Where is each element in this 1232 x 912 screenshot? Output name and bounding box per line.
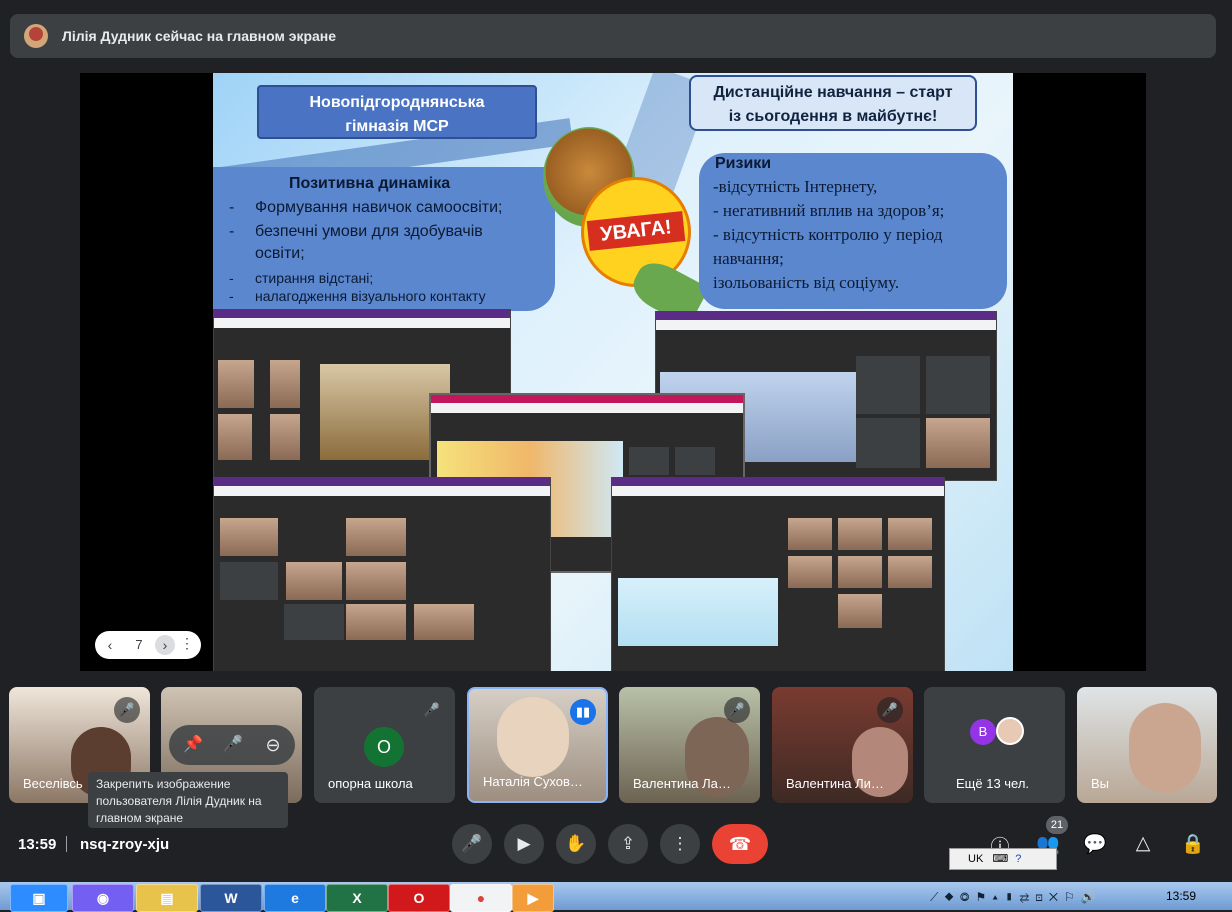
next-slide-button[interactable]: › bbox=[155, 635, 175, 655]
participant-video bbox=[497, 697, 569, 777]
mic-off-icon: 🎤 bbox=[724, 697, 750, 723]
camera-button[interactable]: ▶ bbox=[504, 824, 544, 864]
tile-controls: 📌 🎤 ⊖ bbox=[169, 725, 295, 765]
mic-off-icon: 🎤 bbox=[423, 702, 441, 717]
risk-item-1: -відсутність Інтернету, bbox=[713, 177, 878, 196]
excel-app-icon[interactable]: X bbox=[326, 884, 388, 912]
leave-call-button[interactable]: ☎ bbox=[712, 824, 768, 864]
motto-line2: із сьогодення в майбутнє! bbox=[728, 108, 938, 125]
motto-box: Дистанційне навчання – старт із сьогоден… bbox=[689, 75, 977, 131]
school-name-line2: гімназія МСР bbox=[345, 118, 449, 135]
risks-title: Ризики bbox=[715, 155, 772, 172]
file-explorer-icon[interactable]: ▤ bbox=[136, 884, 198, 912]
risks-box: Ризики -відсутність Інтернету, - негатив… bbox=[699, 153, 1007, 309]
opera-app-icon[interactable]: O bbox=[388, 884, 450, 912]
edge-app-icon[interactable]: e bbox=[264, 884, 326, 912]
more-participants-tile[interactable]: В Ещё 13 чел. bbox=[924, 687, 1065, 803]
presenting-banner: Лілія Дудник сейчас на главном экране bbox=[10, 14, 1216, 58]
positive-item-2: безпечні умови для здобувачів освіти; bbox=[255, 223, 483, 262]
meeting-code: nsq-zroy-xju bbox=[80, 836, 170, 853]
presenter-avatar bbox=[24, 24, 48, 48]
meeting-time: 13:59 bbox=[18, 836, 57, 853]
language-bar[interactable]: UK ⌨ ? bbox=[949, 848, 1057, 870]
risk-item-3: - відсутність контролю у період навчання… bbox=[713, 225, 943, 268]
collage-screenshot-5 bbox=[611, 477, 945, 671]
remove-icon[interactable]: ⊖ bbox=[261, 733, 285, 757]
people-count-badge: 21 bbox=[1046, 816, 1068, 834]
participant-name: опорна школа bbox=[328, 776, 413, 791]
divider bbox=[66, 836, 67, 852]
positive-item-1: Формування навичок самоосвіти; bbox=[255, 199, 503, 216]
keyboard-icon: ⌨ bbox=[992, 853, 1009, 865]
positive-dash-2: - bbox=[229, 223, 235, 240]
self-view-tile[interactable]: Вы bbox=[1077, 687, 1217, 803]
attention-text: УВАГА! bbox=[586, 211, 686, 251]
participant-name: Валентина Ла… bbox=[633, 776, 731, 791]
mic-icon[interactable]: 🎤 bbox=[221, 733, 245, 757]
positive-title: Позитивна динаміка bbox=[289, 175, 451, 192]
raise-hand-button[interactable]: ✋ bbox=[556, 824, 596, 864]
microphone-button[interactable]: 🎤 bbox=[452, 824, 492, 864]
motto-line1: Дистанційне навчання – старт bbox=[713, 84, 953, 101]
chrome-app-icon[interactable]: ● bbox=[450, 884, 512, 912]
host-controls-icon[interactable]: 🔒 bbox=[1180, 832, 1206, 858]
participant-name: Веселівсь bbox=[23, 776, 83, 791]
shared-slide: Новопідгороднянська гімназія МСР Дистанц… bbox=[213, 73, 1013, 671]
slide-pager: ‹ 7 › ⋮ bbox=[95, 631, 201, 659]
participant-tile[interactable]: 🎤 Валентина Ла… bbox=[619, 687, 760, 803]
risks-list: -відсутність Інтернету, - негативний впл… bbox=[713, 175, 1003, 295]
pin-tooltip: Закрепить изображение пользователя Лілія… bbox=[88, 772, 288, 828]
positive-dash-4: - bbox=[229, 288, 234, 304]
prev-slide-button[interactable]: ‹ bbox=[101, 636, 119, 654]
zoom-app-icon[interactable]: ▣ bbox=[10, 884, 68, 912]
chat-icon[interactable]: 💬 bbox=[1082, 832, 1108, 858]
activities-icon[interactable]: △ bbox=[1130, 832, 1156, 858]
positive-dash-1: - bbox=[229, 199, 235, 216]
school-name-line1: Новопідгороднянська bbox=[309, 94, 485, 111]
participant-avatar: В bbox=[970, 719, 996, 745]
speaking-indicator-icon: ▮▮ bbox=[570, 699, 596, 725]
pin-icon[interactable]: 📌 bbox=[181, 733, 205, 757]
present-screen-button[interactable]: ⇪ bbox=[608, 824, 648, 864]
participant-avatar-photo bbox=[996, 717, 1024, 745]
more-options-button[interactable]: ⋮ bbox=[660, 824, 700, 864]
taskbar-clock: 13:59 bbox=[1166, 889, 1197, 903]
slide-number: 7 bbox=[135, 637, 143, 652]
positive-item-4: налагодження візуального контакту bbox=[255, 288, 486, 304]
viber-app-icon[interactable]: ◉ bbox=[72, 884, 134, 912]
participant-tile[interactable]: 🎤 О опорна школа bbox=[314, 687, 455, 803]
mic-off-icon: 🎤 bbox=[114, 697, 140, 723]
help-icon[interactable]: ? bbox=[1015, 853, 1021, 865]
participant-name: Вы bbox=[1091, 776, 1110, 791]
tray-icons[interactable]: ⟋◆◎⚑▴▮⇄⊡✕⚐🔊 bbox=[930, 890, 1140, 906]
participant-name: Наталія Сухов… bbox=[483, 774, 583, 789]
more-options-icon[interactable]: ⋮ bbox=[179, 635, 195, 652]
more-participants-label: Ещё 13 чел. bbox=[956, 776, 1030, 791]
media-player-icon[interactable]: ▶ bbox=[512, 884, 554, 912]
language-code: UK bbox=[968, 853, 984, 865]
collage-screenshot-4 bbox=[213, 477, 551, 671]
word-app-icon[interactable]: W bbox=[200, 884, 262, 912]
participant-avatar: О bbox=[364, 727, 404, 767]
participant-tile[interactable]: 🎤 Валентина Ли… bbox=[772, 687, 913, 803]
risk-item-2: - негативний вплив на здоров’я; bbox=[713, 201, 945, 220]
presenting-text: Лілія Дудник сейчас на главном экране bbox=[62, 28, 337, 44]
participant-name: Валентина Ли… bbox=[786, 776, 884, 791]
school-title-box: Новопідгороднянська гімназія МСР bbox=[257, 85, 537, 139]
participant-tile[interactable]: ▮▮ Наталія Сухов… bbox=[467, 687, 608, 803]
participant-video bbox=[1129, 703, 1201, 793]
mic-off-icon: 🎤 bbox=[877, 697, 903, 723]
positive-box: Позитивна динаміка - Формування навичок … bbox=[213, 167, 555, 311]
risk-item-4: ізольованість від соціуму. bbox=[713, 273, 900, 292]
